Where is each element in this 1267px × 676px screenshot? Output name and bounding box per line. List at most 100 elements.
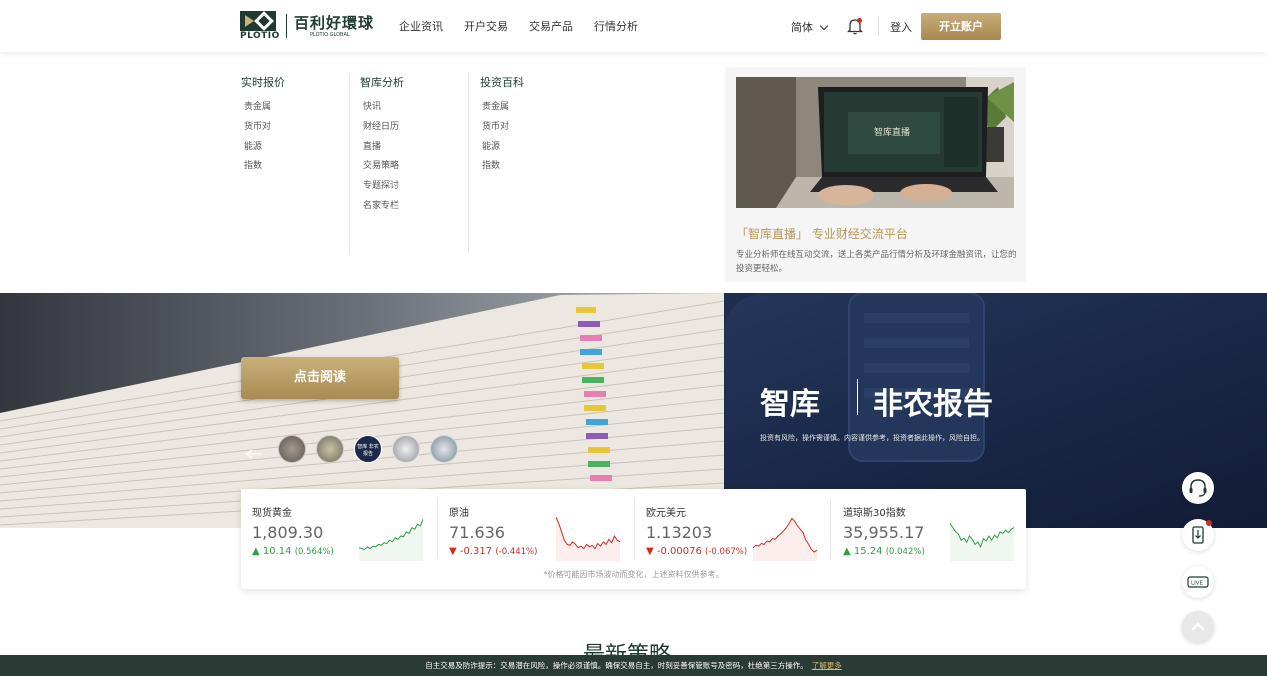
banner-disclaimer: 投资有风险，操作需谨慎。内容谨供参考，投资者据此操作，风险自担。 (760, 434, 984, 442)
menu-item-energy[interactable]: 能源 (244, 139, 262, 152)
logo[interactable]: PLOTIO 百利好環球 PLOTIO GLOBAL (240, 11, 380, 41)
download-icon (1192, 520, 1212, 544)
promo-description: 专业分析师在线互动交流，送上各类产品行情分析及环球金融资讯，让您的投资更轻松。 (736, 250, 1017, 274)
header-divider (878, 16, 879, 36)
sparkline-area (359, 519, 423, 561)
arrow-down-icon: ▼ (646, 546, 654, 557)
promo-card[interactable]: 智库直播 「智库直播」 专业财经交流平台 专业分析师在线互动交流，送上各类产品行… (725, 67, 1026, 282)
quote-change-value: 15.24 (853, 546, 883, 557)
quote-name: 欧元美元 (646, 508, 686, 519)
menu-divider (468, 73, 469, 253)
arrow-up-icon: ▲ (843, 546, 851, 557)
risk-notice-text: 自主交易及防诈提示：交易潜在风险，操作必须谨慎。确保交易自主，时刻妥善保管账号及… (425, 661, 808, 670)
chevron-up-icon (1191, 622, 1205, 631)
quote-item-eurusd[interactable]: 欧元美元 1.13203 ▼ -0.00076 (-0.067%) (635, 499, 831, 561)
quote-change: ▼ -0.317 (-0.441%) (449, 546, 537, 557)
nav-item-products[interactable]: 交易产品 (529, 18, 573, 34)
laptop-illustration: 智库直播 (736, 77, 1014, 208)
quote-name: 道琼斯30指数 (843, 508, 906, 519)
nav-item-analysis[interactable]: 行情分析 (594, 18, 638, 34)
promo-title[interactable]: 「智库直播」 专业财经交流平台 (736, 225, 908, 242)
menu-item-indices[interactable]: 指数 (244, 158, 262, 171)
menu-title-research[interactable]: 智库分析 (360, 74, 404, 90)
quote-change: ▼ -0.00076 (-0.067%) (646, 546, 747, 557)
chevron-down-icon (819, 21, 829, 31)
carousel-thumb[interactable] (278, 435, 306, 463)
menu-item-flash-news[interactable]: 快讯 (363, 99, 381, 112)
learn-more-link[interactable]: 了解更多 (812, 661, 842, 670)
risk-notice-bar: 自主交易及防诈提示：交易潜在风险，操作必须谨慎。确保交易自主，时刻妥善保管账号及… (0, 655, 1267, 676)
menu-item-live[interactable]: 直播 (363, 139, 381, 152)
carousel-thumb[interactable] (430, 435, 458, 463)
quote-price: 35,955.17 (843, 523, 925, 542)
market-quotes: 现货黄金 1,809.30 ▲ 10.14 (0.564%) 原油 71.636… (241, 489, 1026, 589)
arrow-up-icon: ▲ (252, 546, 260, 557)
menu-item-topics[interactable]: 专题探讨 (363, 178, 399, 191)
sparkline-chart (359, 519, 423, 561)
quote-price: 1.13203 (646, 523, 713, 542)
logo-sub-text: PLOTIO GLOBAL (310, 32, 350, 38)
sparkline-area (556, 517, 620, 561)
quote-change-percent: (0.042%) (885, 547, 925, 557)
quote-change-percent: (-0.441%) (495, 547, 538, 557)
carousel-thumb[interactable] (392, 435, 420, 463)
carousel-thumb[interactable] (316, 435, 344, 463)
login-link[interactable]: 登入 (890, 19, 912, 35)
quote-change: ▲ 15.24 (0.042%) (843, 546, 925, 557)
read-now-button[interactable]: 点击阅读 (241, 357, 399, 399)
logo-cn-text: 百利好環球 (294, 14, 375, 32)
open-account-button[interactable]: 开立账户 (921, 13, 1001, 40)
promo-screen-title: 智库直播 (874, 126, 910, 138)
bell-icon[interactable] (847, 17, 863, 35)
menu-divider (349, 73, 350, 253)
quote-change-value: 10.14 (262, 546, 292, 557)
quote-change-percent: (-0.067%) (705, 547, 748, 557)
sparkline-chart (556, 516, 620, 561)
menu-title-encyclopedia[interactable]: 投资百科 (480, 74, 524, 90)
quote-price: 1,809.30 (252, 523, 324, 542)
carousel-prev-arrow-icon[interactable] (244, 444, 264, 459)
quotes-disclaimer: *价格可能因市场波动而变化，上述资料仅供参考。 (543, 570, 724, 579)
site-header: PLOTIO 百利好環球 PLOTIO GLOBAL 企业资讯 开户交易 交易产… (0, 0, 1267, 52)
menu-item-calendar[interactable]: 财经日历 (363, 119, 399, 132)
quote-change: ▲ 10.14 (0.564%) (252, 546, 334, 557)
quote-item-gold[interactable]: 现货黄金 1,809.30 ▲ 10.14 (0.564%) (241, 499, 437, 561)
arrow-down-icon: ▼ (449, 546, 457, 557)
quote-change-value: -0.00076 (656, 546, 702, 557)
logo-divider (286, 14, 287, 38)
quote-name: 现货黄金 (252, 508, 292, 519)
menu-title-quotes[interactable]: 实时报价 (241, 74, 285, 90)
logo-en-text: PLOTIO (240, 31, 280, 41)
quote-name: 原油 (449, 508, 469, 519)
sparkline-chart (950, 523, 1014, 561)
logo-mark-icon (240, 11, 276, 31)
download-app-button[interactable] (1182, 519, 1214, 551)
live-label: LIVE (1191, 581, 1203, 587)
quote-change-percent: (0.564%) (294, 547, 334, 557)
live-icon: LIVE (1187, 576, 1209, 588)
quote-item-dow30[interactable]: 道琼斯30指数 35,955.17 ▲ 15.24 (0.042%) (832, 499, 1028, 561)
menu-item-currency-pairs[interactable]: 货币对 (482, 119, 509, 132)
nav-item-open-trade[interactable]: 开户交易 (464, 18, 508, 34)
menu-item-energy[interactable]: 能源 (482, 139, 500, 152)
customer-service-button[interactable] (1182, 472, 1214, 504)
menu-item-indices[interactable]: 指数 (482, 158, 500, 171)
headset-icon (1189, 479, 1207, 497)
carousel-thumb-active[interactable]: 智库 非农报告 (354, 435, 382, 463)
menu-item-currency-pairs[interactable]: 货币对 (244, 119, 271, 132)
language-selector[interactable]: 简体 (791, 19, 829, 35)
nav-item-news[interactable]: 企业资讯 (399, 18, 443, 34)
back-to-top-button[interactable] (1182, 611, 1214, 643)
quote-item-oil[interactable]: 原油 71.636 ▼ -0.317 (-0.441%) (438, 499, 634, 561)
sparkline-chart (753, 517, 817, 561)
banner-brand-right: 非农报告 (873, 387, 993, 422)
main-nav: 企业资讯 开户交易 交易产品 行情分析 (399, 18, 659, 34)
menu-item-precious-metals[interactable]: 贵金属 (482, 99, 509, 112)
quote-price: 71.636 (449, 523, 505, 542)
live-button[interactable]: LIVE (1182, 566, 1214, 598)
menu-item-columns[interactable]: 名家专栏 (363, 198, 399, 211)
menu-item-precious-metals[interactable]: 贵金属 (244, 99, 271, 112)
menu-item-strategy[interactable]: 交易策略 (363, 158, 399, 171)
banner-divider (857, 379, 858, 415)
promo-image: 智库直播 (736, 77, 1014, 208)
